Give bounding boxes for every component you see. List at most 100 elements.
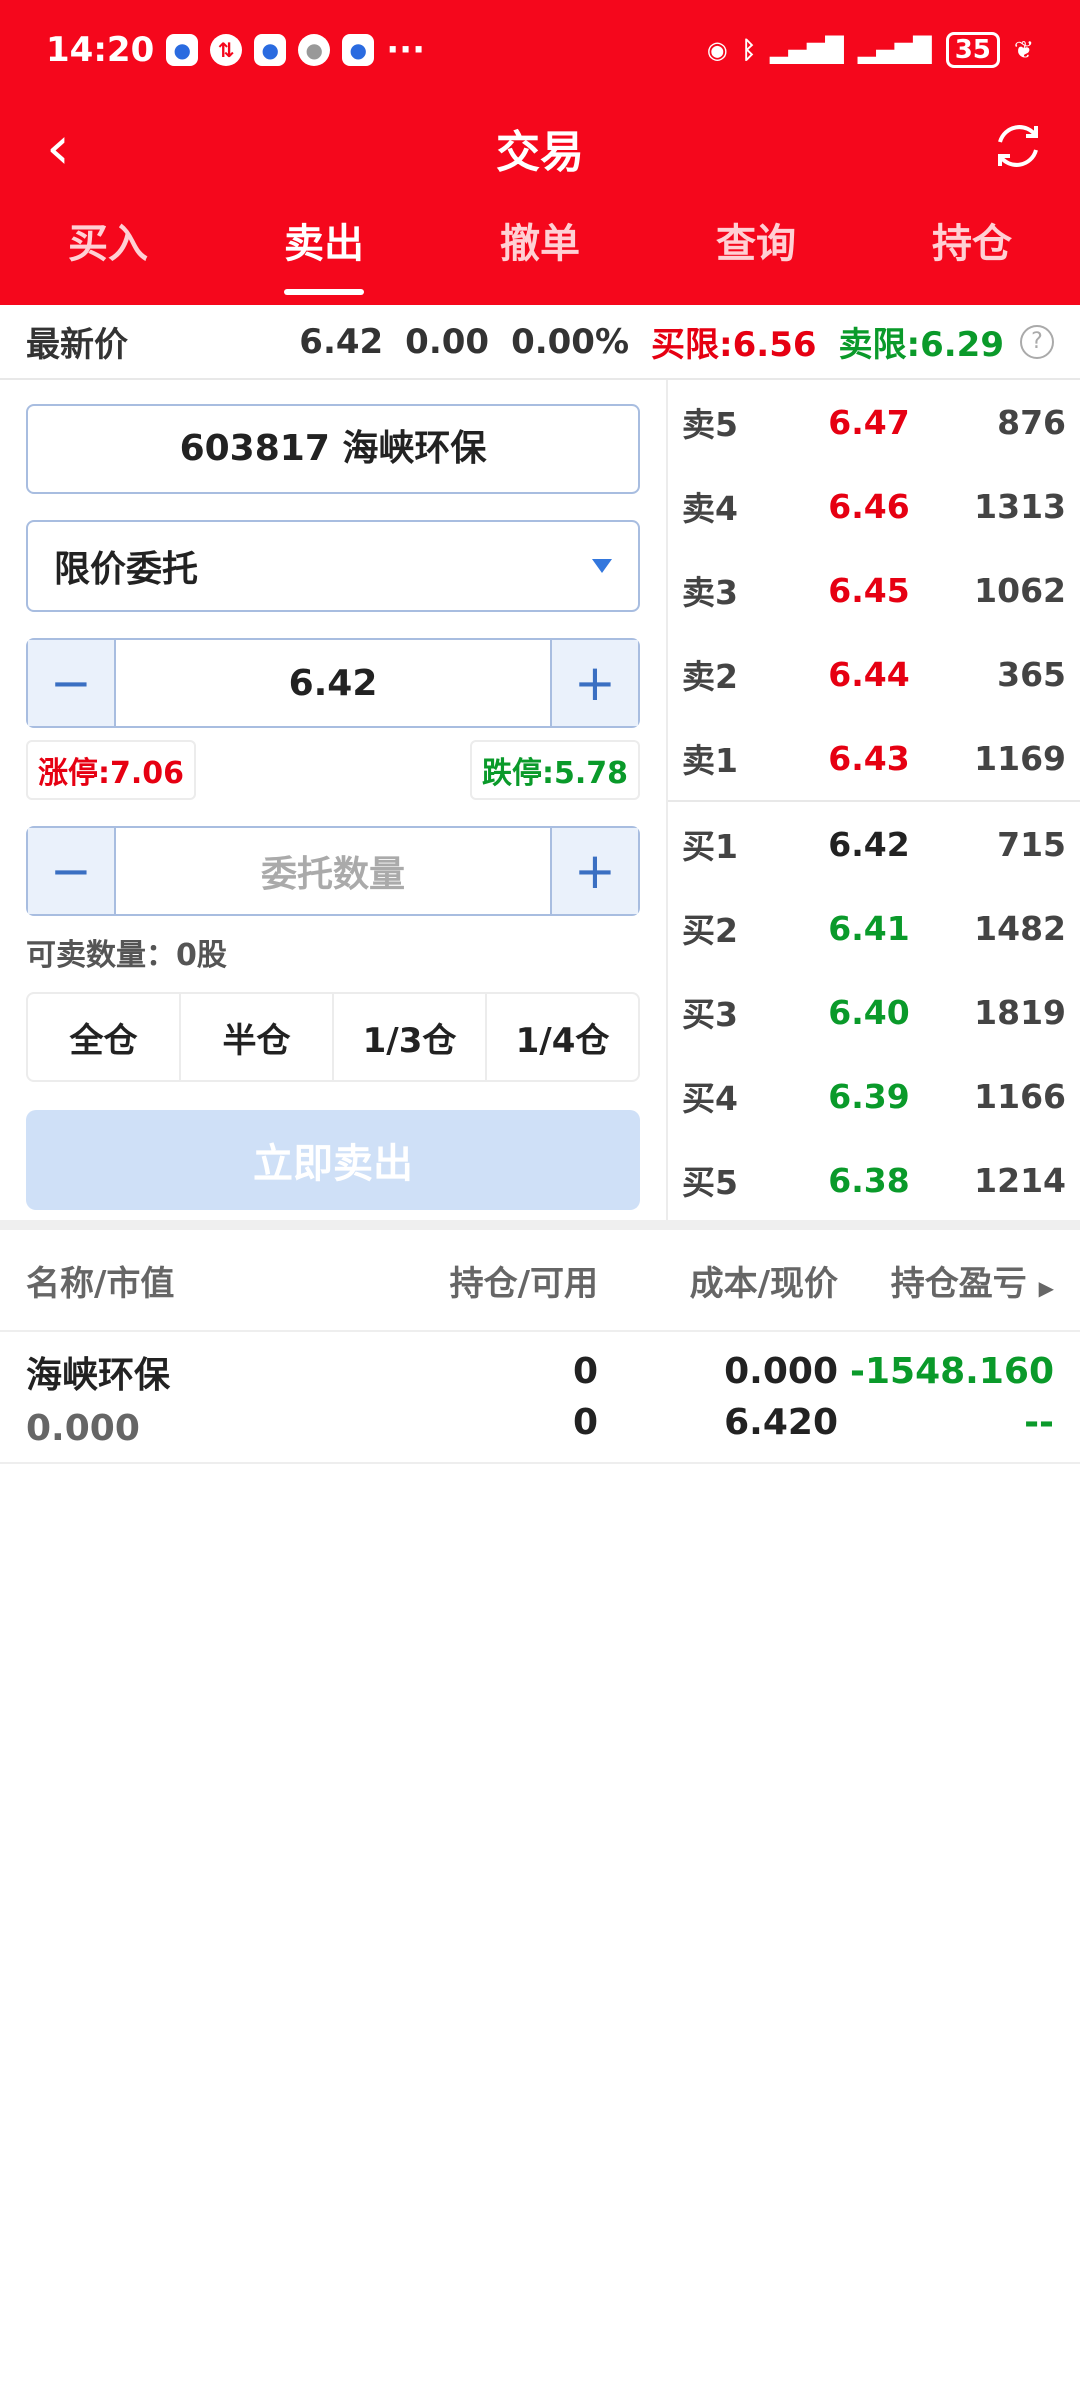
quantity-increase-button[interactable]: + (552, 828, 638, 914)
app-header: 14:20 ● ⇅ ● ● ● ··· ◉ ᛒ ▂▄▆█ ▂▄▆█ 35 ❦ ‹… (0, 0, 1080, 305)
bluetooth-icon: ᛒ (741, 36, 757, 64)
ask-row[interactable]: 卖4 6.46 1313 (668, 464, 1080, 548)
holding-pnl-pct: -- (1024, 1402, 1054, 1443)
col-pnl-label: 持仓盈亏 (890, 1263, 1027, 1304)
chat-icon: ● (298, 34, 331, 66)
ask-price: 6.43 (828, 738, 910, 778)
help-icon[interactable]: ? (1020, 324, 1054, 359)
bid-row[interactable]: 买3 6.40 1819 (668, 970, 1080, 1054)
chevron-down-icon (592, 559, 612, 573)
ask-label: 卖1 (682, 741, 738, 780)
quantity-stepper: − 委托数量 + (26, 826, 640, 916)
more-notifications-icon: ··· (386, 30, 425, 70)
ask-volume: 365 (997, 654, 1066, 694)
ask-volume: 1169 (974, 738, 1066, 778)
quantity-decrease-button[interactable]: − (28, 828, 114, 914)
bid-label: 买3 (682, 995, 738, 1034)
tab-query[interactable]: 查询 (648, 196, 864, 305)
bid-volume: 715 (997, 824, 1066, 864)
ask-row[interactable]: 卖3 6.45 1062 (668, 548, 1080, 632)
holding-quantity: 0 (572, 1351, 598, 1392)
ask-label: 卖5 (682, 405, 738, 444)
ask-volume: 876 (997, 402, 1066, 442)
bid-label: 买2 (682, 911, 738, 950)
holding-current-price: 6.420 (724, 1402, 838, 1443)
bid-price: 6.39 (828, 1076, 910, 1116)
caret-right-icon: ▶ (1038, 1275, 1054, 1300)
bid-volume: 1819 (974, 992, 1066, 1032)
refresh-icon[interactable] (990, 118, 1046, 174)
available-quantity: 可卖数量：0股 (26, 938, 227, 973)
tab-buy[interactable]: 买入 (0, 196, 216, 305)
nav-bar: ‹ 交易 (0, 100, 1080, 196)
price-input[interactable]: 6.42 (114, 640, 552, 726)
price-increase-button[interactable]: + (552, 640, 638, 726)
ratio-full-button[interactable]: 全仓 (28, 994, 181, 1080)
signal-icon: ▂▄▆█ (770, 36, 844, 64)
ask-volume: 1313 (974, 486, 1066, 526)
back-icon[interactable]: ‹ (46, 118, 70, 178)
ratio-half-button[interactable]: 半仓 (181, 994, 334, 1080)
col-name-value: 名称/市值 (26, 1263, 175, 1304)
status-bar: 14:20 ● ⇅ ● ● ● ··· ◉ ᛒ ▂▄▆█ ▂▄▆█ 35 ❦ (0, 0, 1080, 100)
price-decrease-button[interactable]: − (28, 640, 114, 726)
bid-price: 6.41 (828, 908, 910, 948)
ask-price: 6.44 (828, 654, 910, 694)
ask-price: 6.45 (828, 570, 910, 610)
buy-limit: 买限:6.56 (651, 325, 817, 365)
price-change-pct: 0.00% (511, 321, 630, 362)
bid-row[interactable]: 买4 6.39 1166 (668, 1054, 1080, 1138)
bid-label: 买5 (682, 1163, 738, 1202)
holding-name: 海峡环保 (26, 1354, 171, 1396)
bid-volume: 1214 (974, 1160, 1066, 1200)
price-stepper: − 6.42 + (26, 638, 640, 728)
stock-code-field[interactable]: 603817 海峡环保 (26, 404, 640, 494)
limit-prices: 涨停:7.06 跌停:5.78 (26, 740, 640, 800)
limit-down-button[interactable]: 跌停:5.78 (469, 740, 640, 800)
bid-row[interactable]: 买1 6.42 715 (668, 802, 1080, 886)
tab-positions[interactable]: 持仓 (864, 196, 1080, 305)
order-type-select[interactable]: 限价委托 (26, 520, 640, 612)
status-time: 14:20 (46, 30, 155, 70)
order-book: 卖5 6.47 876 卖4 6.46 1313 卖3 6.45 1062 卖2 6.44 36… (668, 380, 1080, 1220)
table-row[interactable]: 海峡环保 0.000 0 0 0.000 6.420 -1548.160 -- (0, 1332, 1080, 1464)
holding-cost: 0.000 (724, 1351, 838, 1392)
ask-price: 6.46 (828, 486, 910, 526)
bid-volume: 1482 (974, 908, 1066, 948)
bid-price: 6.38 (828, 1160, 910, 1200)
col-cost-price: 成本/现价 (689, 1263, 838, 1304)
order-form: 603817 海峡环保 限价委托 − 6.42 + 涨停:7.06 跌停:5.7… (0, 380, 668, 1220)
app-notification-icon: ● (166, 34, 199, 66)
limit-up-button[interactable]: 涨停:7.06 (26, 740, 197, 800)
ratio-quarter-button[interactable]: 1/4仓 (487, 994, 638, 1080)
price-change: 0.00 (405, 321, 490, 362)
eye-icon: ◉ (706, 36, 728, 64)
ask-label: 卖3 (682, 573, 738, 612)
position-ratio-buttons: 全仓 半仓 1/3仓 1/4仓 (26, 992, 640, 1082)
ask-row[interactable]: 卖5 6.47 876 (668, 380, 1080, 464)
quantity-input[interactable]: 委托数量 (114, 828, 552, 914)
sell-now-button[interactable]: 立即卖出 (26, 1110, 640, 1210)
holding-pnl: -1548.160 (850, 1351, 1054, 1392)
trade-panel: 603817 海峡环保 限价委托 − 6.42 + 涨停:7.06 跌停:5.7… (0, 380, 1080, 1230)
app-notification-icon: ● (254, 34, 287, 66)
bid-row[interactable]: 买5 6.38 1214 (668, 1138, 1080, 1222)
tab-cancel[interactable]: 撤单 (432, 196, 648, 305)
battery-icon: 35 (945, 32, 1000, 68)
signal-icon: ▂▄▆█ (857, 36, 932, 64)
ratio-third-button[interactable]: 1/3仓 (334, 994, 487, 1080)
ask-volume: 1062 (974, 570, 1066, 610)
ask-row[interactable]: 卖1 6.43 1169 (668, 716, 1080, 800)
col-pnl[interactable]: 持仓盈亏 ▶ (838, 1256, 1054, 1305)
tab-sell[interactable]: 卖出 (216, 196, 432, 305)
app-notification-icon: ⇅ (210, 34, 243, 66)
ask-price: 6.47 (828, 402, 910, 442)
bid-label: 买4 (682, 1079, 738, 1118)
latest-price-bar: 最新价 6.42 0.00 0.00% 买限:6.56 卖限:6.29 ? (0, 305, 1080, 380)
order-type-value: 限价委托 (54, 549, 199, 590)
bid-row[interactable]: 买2 6.41 1482 (668, 886, 1080, 970)
bid-volume: 1166 (974, 1076, 1066, 1116)
ask-row[interactable]: 卖2 6.44 365 (668, 632, 1080, 716)
trade-tabs: 买入 卖出 撤单 查询 持仓 (0, 196, 1080, 305)
bid-label: 买1 (682, 827, 738, 866)
